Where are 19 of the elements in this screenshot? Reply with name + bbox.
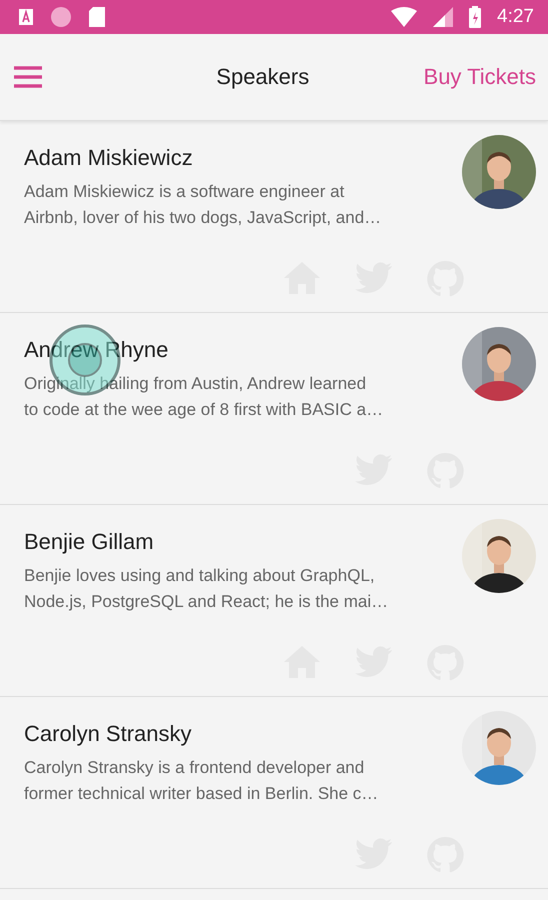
speaker-bio: Carolyn Stransky is a frontend developer and former technical writer based in Berlin. She c… [24,757,378,805]
speaker-bio: Adam Miskiewicz is a software engineer at Airbnb, lover of his two dogs, JavaScript, and… [24,181,382,229]
speaker-name: Benjie Gillam [24,529,154,555]
speaker-name: Carolyn Stransky [24,721,192,747]
signal-icon [433,7,454,27]
screen-title: Speakers [216,64,310,90]
battery-icon [469,6,482,28]
speaker-row[interactable]: Carolyn Stransky Carolyn Stransky is a frontend developer and former technical writer based in Berlin. She c… [0,697,548,889]
speaker-row[interactable]: Adam Miskiewicz Adam Miskiewicz is a software engineer at Airbnb, lover of his two dogs, JavaScript, and… [0,121,548,313]
app-icon [18,8,34,26]
wifi-icon [391,7,418,27]
speaker-name: Adam Miskiewicz [24,145,193,171]
sd-card-icon [88,6,106,28]
speaker-row[interactable]: Benjie Gillam Benjie loves using and talking about GraphQL, Node.js, PostgreSQL and React; he is the mai… [0,505,548,697]
speaker-bio: Benjie loves using and talking about GraphQL, Node.js, PostgreSQL and React; he is the mai… [24,565,388,613]
circle-icon [50,6,72,28]
menu-icon[interactable] [14,66,42,88]
buy-tickets-link[interactable]: Buy Tickets [424,64,536,90]
clock-time: 4:27 [497,6,534,28]
